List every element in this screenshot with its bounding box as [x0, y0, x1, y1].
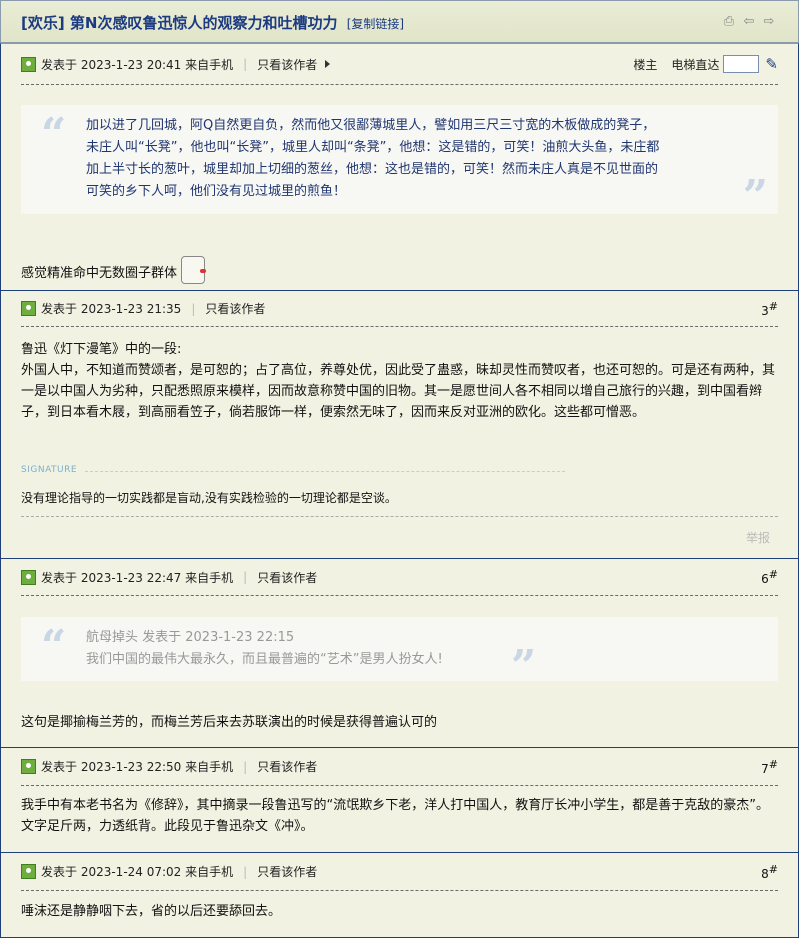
thread-title: [欢乐] 第N次感叹鲁迅惊人的观察力和吐槽功力 [复制链接] — [21, 12, 404, 33]
post-body: 我手中有本老书名为《修辞》，其中摘录一段鲁迅写的“流氓欺乡下老，洋人打中国人，教… — [21, 798, 769, 834]
emoji-icon — [181, 256, 207, 284]
quote-open-icon: “ — [41, 621, 67, 672]
post-body-line: 外国人中，不知道而赞颂者，是可恕的；占了高位，养尊处优，因此受了蛊惑，昧却灵性而… — [21, 363, 776, 420]
quote-text: 我们中国的最伟大最永久，而且最普遍的“艺术”是男人扮女人! — [86, 652, 443, 667]
post-meta: 发表于 2023-1-23 21:35 | 只看该作者 3# — [21, 291, 778, 327]
arrow-right-icon[interactable] — [325, 60, 331, 68]
signature-divider — [85, 471, 565, 472]
post-body: 感觉精准命中无数圈子群体 — [21, 244, 778, 284]
blockquote: “ 加以进了几回城，阿Q自然更自负，然而他又很鄙薄城里人，譬如用三尺三寸宽的木板… — [21, 105, 778, 219]
post-meta: 发表于 2023-1-23 22:50 来自手机 | 只看该作者 7# — [21, 748, 778, 786]
user-online-icon — [21, 864, 36, 879]
thread-actions: ⎙ ⇦ ⇨ — [722, 15, 776, 29]
quote-line: 加上半寸长的葱叶，城里却加上切细的葱丝，他想：这也是错的，可笑！然而未庄人真是不… — [86, 162, 659, 177]
blockquote: “ 航母掉头 发表于 2023-1-23 22:15 我们中国的最伟大最永久，而… — [21, 617, 778, 689]
floor-label: 楼主 — [633, 57, 658, 72]
floor-number[interactable]: 7# — [761, 758, 778, 776]
user-online-icon — [21, 301, 36, 316]
post-body-line: 鲁迅《灯下漫笔》中的一段: — [21, 342, 182, 357]
only-author-link[interactable]: 只看该作者 — [257, 56, 317, 73]
post-floor-3: 发表于 2023-1-23 21:35 | 只看该作者 3# 鲁迅《灯下漫笔》中… — [0, 291, 799, 559]
floor-number[interactable]: 8# — [761, 863, 778, 881]
post-body: 鲁迅《灯下漫笔》中的一段: 外国人中，不知道而赞颂者，是可恕的；占了高位，养尊处… — [21, 339, 778, 423]
post-meta: 发表于 2023-1-23 22:47 来自手机 | 只看该作者 6# — [21, 559, 778, 596]
post-meta: 发表于 2023-1-24 07:02 来自手机 | 只看该作者 8# — [21, 853, 778, 891]
jump-floor-input[interactable] — [723, 55, 760, 73]
report-button[interactable]: 举报 — [746, 529, 770, 546]
only-author-link[interactable]: 只看该作者 — [257, 569, 317, 586]
user-online-icon — [21, 759, 36, 774]
floor-nav: 楼主 电梯直达 ✎ — [633, 55, 778, 73]
post-footer-divider — [21, 516, 778, 517]
post-floor-8: 发表于 2023-1-24 07:02 来自手机 | 只看该作者 8# 唾沫还是… — [0, 853, 799, 938]
only-author-link[interactable]: 只看该作者 — [205, 300, 265, 317]
thread-title-text: [欢乐] 第N次感叹鲁迅惊人的观察力和吐槽功力 — [21, 14, 338, 32]
quote-author: 航母掉头 发表于 2023-1-23 22:15 — [86, 630, 295, 645]
quote-close-icon: ” — [742, 171, 768, 222]
thread-title-bar: [欢乐] 第N次感叹鲁迅惊人的观察力和吐槽功力 [复制链接] ⎙ ⇦ ⇨ — [0, 0, 799, 43]
quote-line: 可笑的乡下人呵，他们没有见过城里的煎鱼！ — [86, 184, 347, 199]
only-author-link[interactable]: 只看该作者 — [257, 863, 317, 880]
user-online-icon — [21, 56, 36, 72]
post-time: 发表于 2023-1-23 21:35 — [41, 302, 182, 316]
jump-label: 电梯直达 — [671, 57, 720, 72]
floor-number[interactable]: 3# — [761, 300, 778, 318]
print-icon[interactable]: ⎙ — [722, 15, 736, 29]
go-icon[interactable]: ✎ — [765, 55, 778, 73]
post-body: 这句是揶揄梅兰芳的，而梅兰芳后来去苏联演出的时候是获得普遍认可的 — [21, 715, 438, 730]
user-online-icon — [21, 569, 36, 585]
post-time: 发表于 2023-1-24 07:02 来自手机 — [41, 865, 234, 879]
post-meta: 发表于 2023-1-23 20:41 来自手机 | 只看该作者 楼主 电梯直达… — [21, 44, 778, 85]
post-body-text: 感觉精准命中无数圈子群体 — [21, 266, 178, 281]
quote-line: 未庄人叫“长凳”，他也叫“长凳”，城里人却叫“条凳”，他想：这是错的，可笑！油煎… — [86, 140, 660, 155]
floor-number[interactable]: 6# — [761, 568, 778, 586]
signature-text: 没有理论指导的一切实践都是盲动,没有实践检验的一切理论都是空谈。 — [21, 491, 397, 505]
post-time: 发表于 2023-1-23 22:47 来自手机 — [41, 570, 234, 585]
post-floor-6: 发表于 2023-1-23 22:47 来自手机 | 只看该作者 6# “ 航母… — [0, 559, 799, 748]
signature-label: SIGNATURE — [21, 465, 78, 475]
next-icon[interactable]: ⇨ — [762, 15, 776, 29]
only-author-link[interactable]: 只看该作者 — [257, 758, 317, 775]
post-time: 发表于 2023-1-23 22:50 来自手机 — [41, 760, 234, 774]
quote-close-icon: ” — [511, 641, 537, 692]
prev-icon[interactable]: ⇦ — [742, 15, 756, 29]
quote-line: 加以进了几回城，阿Q自然更自负，然而他又很鄙薄城里人，譬如用三尺三寸宽的木板做成… — [86, 118, 656, 133]
post-body: 唾沫还是静静咽下去，省的以后还要舔回去。 — [21, 904, 282, 919]
post-op: 发表于 2023-1-23 20:41 来自手机 | 只看该作者 楼主 电梯直达… — [0, 43, 799, 291]
copy-link-button[interactable]: [复制链接] — [347, 17, 404, 31]
post-floor-7: 发表于 2023-1-23 22:50 来自手机 | 只看该作者 7# 我手中有… — [0, 748, 799, 853]
quote-open-icon: “ — [41, 109, 67, 160]
post-time: 发表于 2023-1-23 20:41 来自手机 — [41, 57, 234, 72]
